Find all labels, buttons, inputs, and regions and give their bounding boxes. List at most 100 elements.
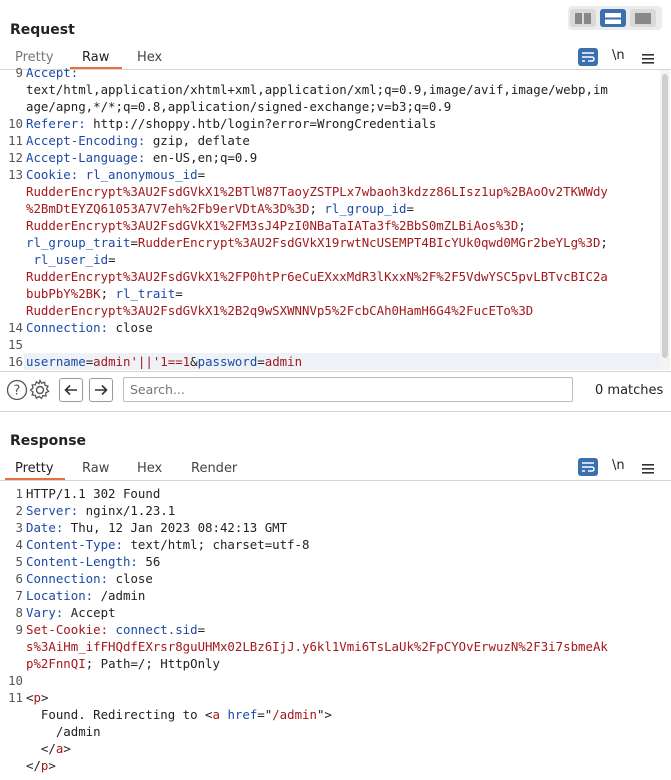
line-number: 11 <box>8 690 23 705</box>
next-match-button[interactable] <box>89 378 113 402</box>
line-number: 2 <box>15 503 23 518</box>
single-pane-layout-button[interactable] <box>630 9 656 27</box>
line-number: 9 <box>15 65 23 80</box>
request-editor[interactable]: 9 10 11 12 13 14 15 16 Accept: text/html,applica… <box>0 65 671 372</box>
line-number: 12 <box>8 150 23 165</box>
request-tab-pretty[interactable]: Pretty <box>15 50 54 65</box>
code-token: text/html; charset=utf-8 <box>122 537 310 552</box>
code-token: en-US,en;q=0.9 <box>145 150 258 165</box>
code-token: Thu, 12 Jan 2023 08:42:13 GMT <box>63 520 288 535</box>
code-token: RudderEncrypt%3AU2FsdGVkX1%2FM3sJ4PzI0NB… <box>26 218 519 233</box>
line-number: 1 <box>15 486 23 501</box>
request-tab-raw[interactable]: Raw <box>82 50 109 65</box>
code-token: a <box>212 707 220 722</box>
code-line: username=admin'||'1==1&password=admin <box>26 353 302 370</box>
code-token: ; Path=/; HttpOnly <box>85 656 220 671</box>
code-line: Accept-Encoding: gzip, deflate <box>26 132 250 149</box>
arrow-left-icon <box>64 384 77 396</box>
help-icon[interactable]: ? <box>6 379 28 401</box>
search-input[interactable] <box>123 377 573 402</box>
code-token: username <box>26 354 86 369</box>
side-by-side-layout-button[interactable] <box>570 9 596 27</box>
response-tabs: Pretty Raw Hex Render \n <box>0 458 671 481</box>
code-token: Cookie: <box>26 167 79 182</box>
request-newline-toggle[interactable]: \n <box>612 48 625 63</box>
code-token: text/html,application/xhtml+xml,applicat… <box>26 82 608 97</box>
code-token: Content-Length: <box>26 554 138 569</box>
code-token: RudderEncrypt%3AU2FsdGVkX1%2BTlW87TaoyZS… <box>26 184 608 199</box>
code-token: admin'||'1==1 <box>93 354 191 369</box>
request-scrollbar-thumb[interactable] <box>662 74 668 358</box>
code-token: = <box>197 622 206 637</box>
response-wrap-toggle-button[interactable] <box>578 458 598 476</box>
code-token: </ <box>26 758 41 773</box>
code-token: p <box>33 690 41 705</box>
code-token: RudderEncrypt%3AU2FsdGVkX1%2FP0htPr6eCuE… <box>26 269 608 284</box>
code-token: /admin <box>26 724 101 739</box>
code-line: Location: /admin <box>26 587 145 604</box>
search-bar: ? 0 matches <box>0 371 671 412</box>
settings-gear-icon[interactable] <box>29 379 51 401</box>
code-token: rl_anonymous_id <box>78 167 198 182</box>
code-token: Accept-Language: <box>26 150 146 165</box>
response-newline-toggle[interactable]: \n <box>612 458 625 473</box>
code-token: /admin <box>93 588 146 603</box>
line-number: 9 <box>15 622 23 637</box>
code-token: Connection: <box>26 571 109 586</box>
code-token: password <box>197 354 258 369</box>
svg-text:?: ? <box>14 384 21 399</box>
response-tab-render[interactable]: Render <box>191 461 237 476</box>
code-line: HTTP/1.1 302 Found <box>26 485 160 502</box>
code-line: Accept: <box>26 64 78 81</box>
code-token: admin <box>264 354 303 369</box>
stacked-layout-button[interactable] <box>600 9 626 27</box>
code-token: 56 <box>137 554 161 569</box>
code-token: & <box>190 354 198 369</box>
code-token: Referer: <box>26 116 86 131</box>
code-token: %2BmDtEYZQ61053A7V7eh%2Fb9erVDtA%3D%3D <box>26 201 310 216</box>
code-line: Found. Redirecting to <a href="/admin"> <box>26 706 332 723</box>
code-token: Set-Cookie: <box>26 622 109 637</box>
code-token: nginx/1.23.1 <box>78 503 176 518</box>
code-token: href <box>227 707 258 722</box>
response-tab-raw[interactable]: Raw <box>82 461 109 476</box>
code-line: age/apng,*/*;q=0.8,application/signed-ex… <box>26 98 451 115</box>
code-line: RudderEncrypt%3AU2FsdGVkX1%2BTlW87TaoyZS… <box>26 183 608 200</box>
code-token: = <box>197 167 206 182</box>
response-tab-hex[interactable]: Hex <box>137 461 162 476</box>
response-menu-icon[interactable] <box>642 460 654 479</box>
request-tabs: Pretty Raw Hex \n <box>0 48 671 70</box>
code-line: /admin <box>26 723 101 740</box>
code-line: Referer: http://shoppy.htb/login?error=W… <box>26 115 436 132</box>
request-wrap-toggle-button[interactable] <box>578 48 598 66</box>
code-token: gzip, deflate <box>145 133 250 148</box>
code-line: </a> <box>26 740 71 757</box>
response-title: Response <box>10 433 87 449</box>
response-tab-pretty[interactable]: Pretty <box>15 461 54 476</box>
layout-toggle-group <box>568 6 662 30</box>
code-token: RudderEncrypt%3AU2FsdGVkX19rwtNcUSEMPT4B… <box>137 235 601 250</box>
previous-match-button[interactable] <box>59 378 83 402</box>
code-token: rl_group_trait <box>26 235 131 250</box>
response-editor[interactable]: 1 2 3 4 5 6 7 8 9 10 11 HTTP/1.1 302 Found Server: … <box>0 480 671 780</box>
code-line: Set-Cookie: connect.sid= <box>26 621 205 638</box>
code-token: bubPbY%2BK <box>26 286 101 301</box>
single-pane-icon <box>635 12 651 24</box>
code-token: RudderEncrypt%3AU2FsdGVkX1%2B2q9wSXWNNVp… <box>26 303 534 318</box>
request-scrollbar[interactable] <box>660 70 670 370</box>
line-number: 11 <box>8 133 23 148</box>
line-number: 8 <box>15 605 23 620</box>
request-tab-hex[interactable]: Hex <box>137 50 162 65</box>
code-line: Content-Type: text/html; charset=utf-8 <box>26 536 309 553</box>
request-menu-icon[interactable] <box>642 50 654 69</box>
code-token: = <box>406 201 414 216</box>
code-token: age/apng,*/*;q=0.8,application/signed-ex… <box>26 99 452 114</box>
code-token: Accept: <box>26 65 79 80</box>
line-number: 7 <box>15 588 23 603</box>
code-token: ; <box>518 218 526 233</box>
code-token: http://shoppy.htb/login?error=WrongCrede… <box>85 116 437 131</box>
code-token: HTTP/1.1 302 Found <box>26 486 161 501</box>
code-token: = <box>130 235 138 250</box>
code-line: rl_user_id= <box>26 251 115 268</box>
rows-icon <box>605 12 621 24</box>
